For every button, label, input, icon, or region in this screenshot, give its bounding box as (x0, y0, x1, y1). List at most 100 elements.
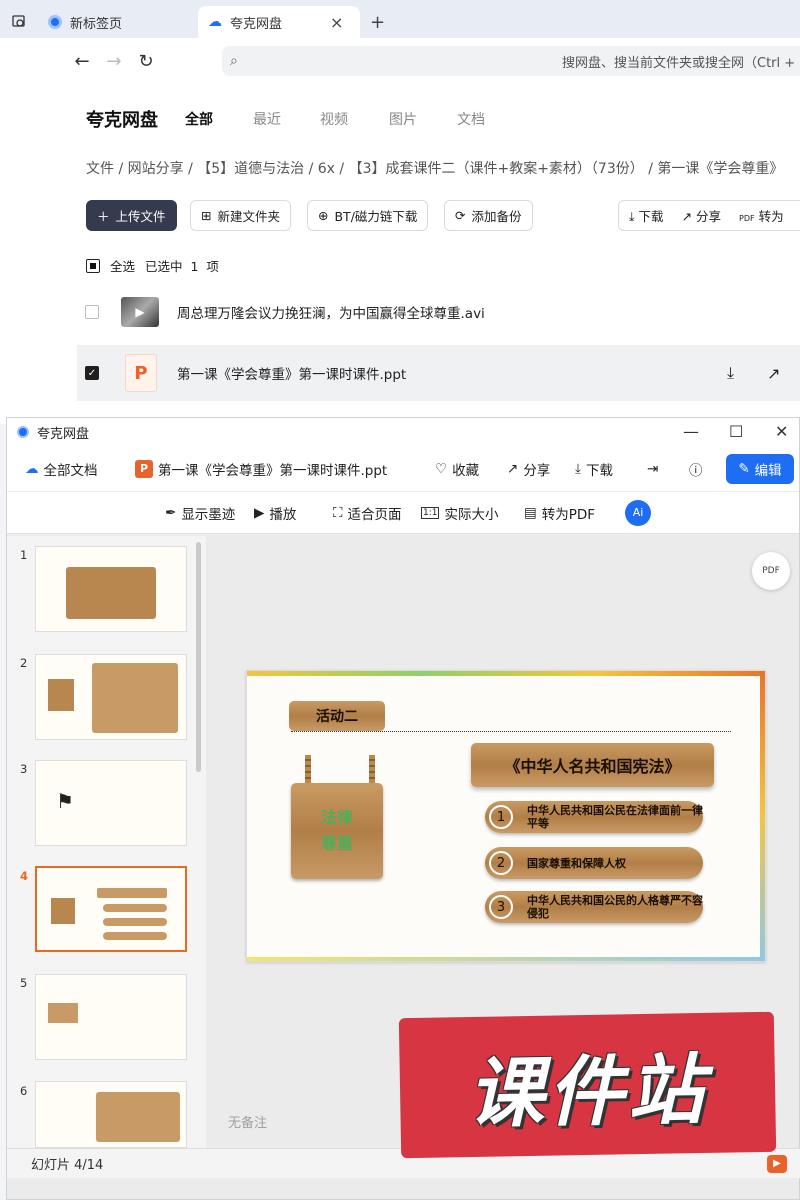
slide-thumbnail-panel: 1 2 3 ⚑ 4 5 6 (7, 536, 206, 1148)
ppt-file-icon: P (125, 354, 157, 392)
slide-option: 1 中华人民共和国公民在法律面前一律平等 (485, 801, 703, 833)
play-button[interactable]: ▶ 播放 (254, 503, 296, 523)
feedback-icon[interactable]: ⓘ (689, 459, 703, 479)
to-pdf-button[interactable]: ▤ 转为PDF (524, 503, 595, 523)
new-tab-button[interactable]: + (360, 6, 395, 38)
thumb-board (92, 663, 178, 733)
slide-thumbnail[interactable] (35, 974, 187, 1060)
bt-download-button[interactable]: ⊕ BT/磁力链下载 (307, 200, 429, 231)
file-row[interactable]: ✓ P 第一课《学会尊重》第一课时课件.ppt ⤓ ↗ (77, 345, 800, 401)
download-button[interactable]: ⤓ 下载 (575, 459, 613, 479)
download-label: 下载 (585, 462, 613, 479)
file-name[interactable]: 周总理万隆会议力挽狂澜，为中国赢得全球尊重.avi (177, 302, 485, 322)
convert-label: 转为 (758, 209, 784, 224)
thumb-board (66, 567, 156, 619)
nav-recent[interactable]: 最近 (253, 109, 281, 129)
tab-quark-drive[interactable]: ☁ 夸克网盘 × (198, 6, 360, 38)
slide-thumbnail[interactable] (35, 546, 187, 632)
file-title: P 第一课《学会尊重》第一课时课件.ppt (135, 459, 387, 479)
hanging-board: 法律 尊重 (291, 783, 383, 879)
upload-label: 上传文件 (115, 209, 166, 224)
tab-search-icon[interactable] (0, 6, 38, 38)
download-icon: ⤓ (575, 460, 581, 477)
edit-label: 编辑 (754, 463, 782, 479)
show-ink-button[interactable]: ✒ 显示墨迹 (165, 503, 235, 523)
thumbnail-scrollbar[interactable] (196, 542, 201, 772)
file-checkbox[interactable] (85, 305, 99, 319)
favorite-button[interactable]: ♡ 收藏 (435, 459, 479, 479)
new-folder-button[interactable]: ⊞ 新建文件夹 (190, 200, 291, 231)
all-docs-button[interactable]: ☁ 全部文档 (25, 459, 98, 479)
option-number: 1 (489, 805, 513, 829)
pdf-convert-icon[interactable]: PDF (752, 552, 790, 590)
thumb-board (48, 1003, 78, 1023)
tab-label: 夸克网盘 (230, 16, 283, 32)
export-icon[interactable]: ⇥ (647, 461, 658, 477)
close-icon[interactable]: ✕ (775, 422, 788, 441)
watermark-stamp: 课件站 (398, 1011, 777, 1159)
edit-button[interactable]: ✎ 编辑 (726, 454, 794, 484)
maximize-icon[interactable]: ☐ (729, 422, 743, 441)
nav-image[interactable]: 图片 (389, 109, 417, 129)
video-thumbnail: ▶ (121, 297, 159, 327)
tab-new-tab[interactable]: 新标签页 (38, 6, 198, 38)
back-icon[interactable]: ← (66, 51, 98, 72)
viewer-title: 夸克网盘 (37, 426, 90, 442)
file-row[interactable]: ▶ 周总理万隆会议力挽狂澜，为中国赢得全球尊重.avi (77, 284, 800, 340)
open-external-icon[interactable]: ↗ (767, 364, 780, 383)
dotted-divider (291, 731, 731, 732)
breadcrumb[interactable]: 文件 / 网站分享 / 【5】道德与法治 / 6x / 【3】成套课件二（课件+… (86, 158, 783, 178)
address-bar[interactable]: ⌕ 搜网盘、搜当前文件夹或搜全网（Ctrl + F (222, 46, 800, 76)
drive-brand: 夸克网盘 (86, 110, 158, 131)
slide-thumbnail[interactable] (35, 654, 187, 740)
slide-thumbnail[interactable] (35, 1081, 187, 1148)
quark-logo-icon (17, 426, 29, 438)
activity-label: 活动二 (289, 701, 385, 731)
download-icon[interactable]: ⤓ (727, 363, 734, 383)
share-icon: ↗ (507, 460, 519, 477)
refresh-icon[interactable]: ↻ (130, 51, 162, 72)
magnet-icon: ⊕ (318, 208, 329, 223)
fit-icon: ⛶ (333, 504, 343, 521)
select-all-checkbox[interactable] (86, 258, 100, 273)
thumb-board (96, 1092, 180, 1142)
share-button[interactable]: ↗ 分享 (682, 206, 721, 225)
file-checkbox[interactable]: ✓ (85, 366, 99, 380)
select-all-label[interactable]: 全选 (110, 256, 135, 275)
tab-label: 新标签页 (70, 16, 123, 32)
cloud-icon: ☁ (25, 460, 39, 477)
pen-icon: ✎ (738, 461, 750, 477)
share-label: 分享 (696, 209, 722, 224)
fit-page-button[interactable]: ⛶ 适合页面 (333, 503, 401, 523)
share-button[interactable]: ↗ 分享 (507, 459, 550, 479)
heart-icon: ♡ (435, 460, 448, 477)
convert-button[interactable]: PDF 转为 (739, 206, 784, 225)
forward-icon[interactable]: → (98, 51, 130, 72)
nav-doc[interactable]: 文档 (457, 109, 485, 129)
thumb-board (103, 918, 167, 926)
file-name[interactable]: 第一课《学会尊重》第一课时课件.ppt (177, 363, 406, 383)
viewer-header: ☁ 全部文档 P 第一课《学会尊重》第一课时课件.ppt ♡ 收藏 ↗ 分享 ⤓ 下载 ⇥… (7, 446, 799, 492)
thumb-board (48, 679, 74, 711)
close-tab-icon[interactable]: × (330, 13, 343, 32)
browser-nav-row: ← → ↻ ⌕ 搜网盘、搜当前文件夹或搜全网（Ctrl + F (0, 38, 800, 84)
watermark-text: 课件站 (466, 1044, 709, 1139)
ai-button[interactable]: Ai (625, 499, 651, 526)
slide-thumbnail[interactable]: ⚑ (35, 760, 187, 846)
selected-count: 已选中 1 项 (145, 259, 219, 274)
actual-size-button[interactable]: 1:1 实际大小 (421, 503, 498, 523)
current-slide: 活动二 法律 尊重 《中华人名共和国宪法》 1 中华人民共和国公民在法律面前一律平… (246, 670, 766, 962)
slide-border-decoration (247, 671, 765, 676)
download-button[interactable]: ⤓ 下载 (629, 206, 664, 225)
nav-all[interactable]: 全部 (185, 109, 213, 129)
add-backup-button[interactable]: ⟳ 添加备份 (444, 200, 533, 231)
rope-decoration (369, 755, 375, 785)
slide-thumbnail-current[interactable] (35, 866, 187, 952)
upload-button[interactable]: ＋ 上传文件 (86, 200, 177, 231)
slide-number: 6 (20, 1084, 28, 1098)
play-icon: ▶ (254, 504, 265, 521)
minimize-icon[interactable]: — (683, 422, 699, 441)
play-slideshow-icon[interactable]: ▶ (767, 1154, 787, 1173)
ppt-icon: P (135, 459, 153, 478)
nav-video[interactable]: 视频 (320, 109, 348, 129)
